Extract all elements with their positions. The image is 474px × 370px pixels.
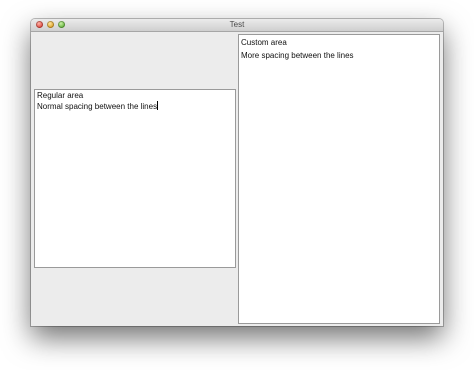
app-window: Test Regular area Normal spacing between… bbox=[31, 19, 443, 326]
window-content: Regular area Normal spacing between the … bbox=[31, 32, 443, 326]
text-caret bbox=[157, 101, 159, 110]
custom-text-area[interactable]: Custom area More spacing between the lin… bbox=[238, 34, 440, 324]
title-bar[interactable]: Test bbox=[31, 19, 443, 32]
text-line: Regular area bbox=[37, 91, 84, 100]
regular-text-area[interactable]: Regular area Normal spacing between the … bbox=[34, 89, 236, 268]
text-line: More spacing between the lines bbox=[241, 51, 354, 60]
text-line: Custom area bbox=[241, 38, 287, 47]
text-line-with-caret: Normal spacing between the lines bbox=[37, 101, 233, 112]
window-title: Test bbox=[229, 20, 245, 29]
text-line: Normal spacing between the lines bbox=[37, 102, 158, 111]
